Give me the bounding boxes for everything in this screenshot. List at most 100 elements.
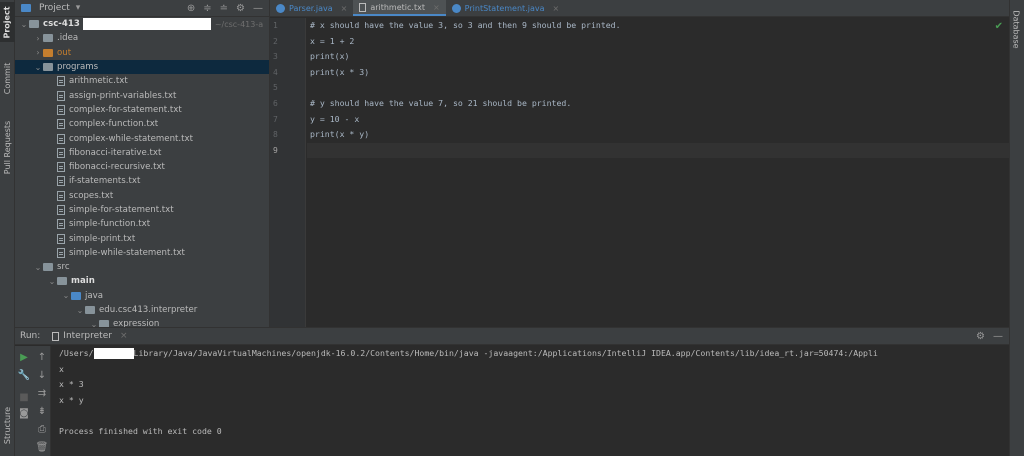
tree-file-item[interactable]: simple-for-statement.txt	[15, 203, 269, 217]
tree-file-item[interactable]: assign-print-variables.txt	[15, 88, 269, 102]
tree-folder-item[interactable]: ⌄ java	[15, 289, 269, 303]
text-file-icon	[359, 2, 367, 12]
tree-file-item[interactable]: simple-function.txt	[15, 217, 269, 231]
gear-icon[interactable]: ⚙	[236, 3, 245, 14]
pull-requests-tool-tab[interactable]: Pull Requests	[0, 112, 15, 182]
chevron-down-icon[interactable]: ⌄	[75, 306, 85, 315]
editor-tab-label: Parser.java	[289, 3, 333, 13]
tree-file-item[interactable]: arithmetic.txt	[15, 74, 269, 88]
text-file-icon	[57, 162, 65, 173]
console-output[interactable]: /Users/Library/Java/JavaVirtualMachines/…	[59, 346, 1009, 456]
console-text: Process finished with exit code 0	[59, 425, 222, 436]
chevron-right-icon[interactable]: ›	[33, 48, 43, 57]
close-icon[interactable]: ×	[341, 4, 348, 13]
soft-wrap-icon[interactable]: ⇉	[35, 386, 49, 400]
print-icon[interactable]: ⎙	[35, 422, 49, 436]
editor-tab[interactable]: PrintStatement.java ×	[446, 0, 566, 16]
tree-file-item[interactable]: fibonacci-iterative.txt	[15, 146, 269, 160]
console-line: x	[59, 362, 1009, 378]
tree-item-label: java	[85, 290, 104, 301]
tree-file-item[interactable]: complex-function.txt	[15, 117, 269, 131]
code-editor[interactable]: ✔ # x should have the value 3, so 3 and …	[307, 18, 1009, 327]
text-file-icon	[57, 90, 65, 101]
editor-tab-label: arithmetic.txt	[370, 2, 425, 12]
tree-item-label: simple-function.txt	[69, 219, 151, 230]
console-line: Process finished with exit code 0	[59, 424, 1009, 440]
tree-file-item[interactable]: complex-while-statement.txt	[15, 131, 269, 145]
text-file-icon	[57, 247, 65, 258]
java-class-icon	[451, 3, 461, 13]
project-panel-tools: ⊕ ≑ ≐ ⚙ —	[187, 3, 269, 14]
text-file-icon	[57, 119, 65, 130]
console-text: x	[59, 363, 64, 374]
arrow-up-icon[interactable]: ↑	[35, 350, 49, 364]
tree-file-item[interactable]: fibonacci-recursive.txt	[15, 160, 269, 174]
tree-folder-item[interactable]: ⌄ src	[15, 260, 269, 274]
tree-folder-item[interactable]: › out	[15, 46, 269, 60]
project-panel-title[interactable]: Project	[39, 3, 70, 13]
project-tree: ⌄ csc-413 ~/csc-413-a › .idea › out ⌄ programs ar…	[15, 17, 269, 332]
close-icon[interactable]: ×	[552, 4, 559, 13]
trash-icon[interactable]: 🗑	[35, 440, 49, 454]
console-line: /Users/Library/Java/JavaVirtualMachines/…	[59, 346, 1009, 362]
chevron-down-icon[interactable]: ⌄	[33, 263, 43, 272]
chevron-down-icon[interactable]: ⌄	[61, 291, 71, 300]
line-number: 7	[273, 114, 278, 124]
console-text: x * y	[59, 394, 84, 405]
database-tool-tab[interactable]: Database	[1009, 4, 1024, 54]
hide-icon[interactable]: —	[253, 3, 263, 14]
editor-tab-label: PrintStatement.java	[464, 3, 545, 13]
stop-icon[interactable]: ■	[17, 390, 31, 404]
collapse-all-icon[interactable]: ≐	[220, 3, 228, 14]
folder-icon	[43, 263, 53, 272]
locate-icon[interactable]: ⊕	[187, 3, 195, 14]
tree-folder-item[interactable]: ⌄ programs	[15, 59, 269, 75]
tree-item-label: out	[57, 47, 72, 58]
structure-tool-tab[interactable]: Structure	[0, 400, 15, 450]
code-line: print(x * y)	[310, 129, 370, 140]
tree-file-item[interactable]: simple-print.txt	[15, 231, 269, 245]
editor-tab[interactable]: arithmetic.txt ×	[353, 0, 446, 16]
tree-file-item[interactable]: complex-for-statement.txt	[15, 103, 269, 117]
gear-icon[interactable]: ⚙	[976, 331, 985, 342]
run-config-tab[interactable]: Interpreter ×	[52, 331, 128, 341]
line-number: 6	[273, 98, 278, 108]
hide-icon[interactable]: —	[993, 331, 1003, 342]
text-file-icon	[57, 76, 65, 87]
tree-folder-item[interactable]: › .idea	[15, 31, 269, 45]
camera-icon[interactable]: ◙	[17, 406, 31, 420]
project-icon	[21, 4, 31, 12]
chevron-down-icon[interactable]: ⌄	[33, 63, 43, 72]
tree-item-label: complex-while-statement.txt	[69, 133, 193, 144]
tree-item-label: complex-function.txt	[69, 119, 159, 130]
project-tool-tab[interactable]: Project	[0, 2, 15, 42]
chevron-right-icon[interactable]: ›	[33, 34, 43, 43]
editor-tab[interactable]: Parser.java ×	[270, 0, 353, 16]
expand-all-icon[interactable]: ≑	[203, 3, 211, 14]
tree-file-item[interactable]: scopes.txt	[15, 189, 269, 203]
chevron-down-icon[interactable]: ▾	[76, 3, 81, 13]
wrench-icon[interactable]: 🔧	[17, 368, 31, 382]
project-panel-header: Project ▾ ⊕ ≑ ≐ ⚙ —	[15, 0, 269, 17]
arrow-down-icon[interactable]: ↓	[35, 368, 49, 382]
line-number: 9	[273, 145, 278, 155]
chevron-down-icon[interactable]: ⌄	[19, 20, 29, 29]
close-icon[interactable]: ×	[120, 331, 128, 341]
commit-tool-tab[interactable]: Commit	[0, 58, 15, 98]
close-icon[interactable]: ×	[433, 3, 440, 12]
console-text: Library/Java/JavaVirtualMachines/openjdk…	[133, 348, 878, 358]
console-text: x * 3	[59, 379, 84, 389]
tree-folder-item[interactable]: ⌄ main	[15, 274, 269, 288]
line-number-gutter: 1 2 3 4 5 6 7 8 9	[270, 18, 306, 327]
tree-file-item[interactable]: simple-while-statement.txt	[15, 246, 269, 260]
console-line: x * y	[59, 393, 1009, 409]
folder-icon	[29, 20, 39, 29]
chevron-down-icon[interactable]: ⌄	[47, 277, 57, 286]
tree-folder-item[interactable]: ⌄ edu.csc413.interpreter	[15, 303, 269, 317]
line-number: 2	[273, 36, 278, 46]
tree-file-item[interactable]: if-statements.txt	[15, 174, 269, 188]
scroll-to-end-icon[interactable]: ⇟	[35, 404, 49, 418]
tree-folder-item[interactable]: ⌄ csc-413 ~/csc-413-a	[15, 17, 269, 31]
tree-item-label: edu.csc413.interpreter	[99, 305, 198, 316]
rerun-icon[interactable]: ▶	[17, 350, 31, 364]
